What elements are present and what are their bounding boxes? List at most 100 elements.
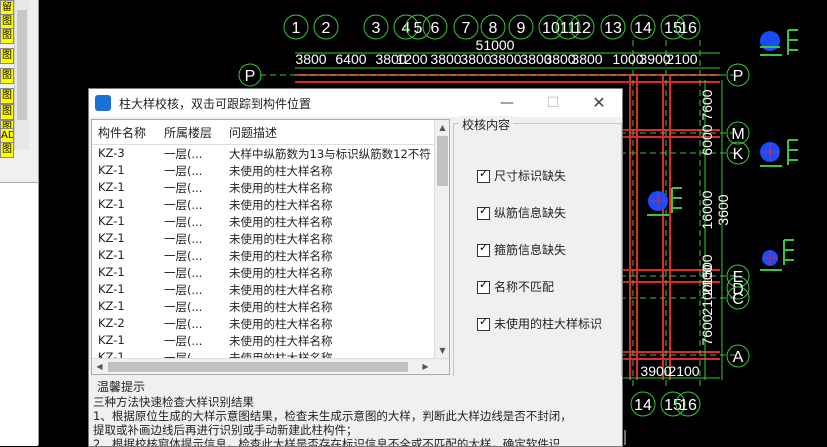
axis-bubble-top-label: 16 bbox=[679, 20, 697, 37]
column-detail-check-dialog: 柱大样校核，双击可跟踪到构件位置 — ☐ ✕ 构件名称 所属楼层 问题描述 KZ… bbox=[88, 88, 623, 447]
axis-bubble-right: A bbox=[726, 344, 750, 368]
header-component-name[interactable]: 构件名称 bbox=[98, 124, 158, 141]
check-option[interactable]: 箍筋信息缺失 bbox=[477, 241, 566, 257]
dimension-label-vertical: 7600 bbox=[699, 314, 715, 345]
table-row[interactable]: KZ-1 一层(... 未使用的柱大样名称 bbox=[92, 247, 435, 264]
cell-component-name: KZ-1 bbox=[98, 231, 125, 245]
check-option[interactable]: 名称不匹配 bbox=[477, 278, 554, 294]
table-row[interactable]: KZ-1 一层(... 未使用的柱大样名称 bbox=[92, 264, 435, 281]
axis-bubble-right-label: M bbox=[731, 126, 744, 143]
dimension-label-vertical: 7600 bbox=[699, 89, 715, 120]
vertical-scroll-thumb[interactable] bbox=[437, 136, 448, 186]
cell-floor: 一层(... bbox=[164, 147, 203, 161]
left-panel-scrollbar[interactable] bbox=[14, 0, 29, 150]
axis-bubble-top: 14 bbox=[630, 14, 656, 40]
cell-floor: 一层(... bbox=[164, 300, 203, 314]
table-row[interactable]: KZ-1 一层(... 未使用的柱大样名称 bbox=[92, 162, 435, 179]
cell-component-name: KZ-1 bbox=[98, 180, 125, 194]
tips-title: 温馨提示 bbox=[97, 380, 146, 394]
table-row[interactable]: KZ-1 一层(... 未使用的柱大样名称 bbox=[92, 213, 435, 230]
cell-problem: 未使用的柱大样名称 bbox=[229, 249, 333, 263]
tips-panel: 温馨提示 三种方法快速检查大样识别结果 1、根据原位生成的大样示意图结果，检查未生… bbox=[89, 376, 622, 446]
table-row[interactable]: KZ-1 一层(... 未使用的柱大样名称 bbox=[92, 281, 435, 298]
check-option[interactable]: 未使用的柱大样标识 bbox=[477, 315, 602, 331]
cell-floor: 一层(... bbox=[164, 232, 203, 246]
table-row[interactable]: KZ-3 一层(... 大样中纵筋数为13与标识纵筋数12不符 bbox=[92, 145, 435, 162]
table-row[interactable]: KZ-1 一层(... 未使用的柱大样名称 bbox=[92, 179, 435, 196]
dimension-label: 6400 bbox=[335, 51, 366, 67]
cell-problem: 未使用的柱大样名称 bbox=[229, 232, 333, 246]
left-panel-scroll-thumb[interactable] bbox=[17, 10, 27, 120]
layer-item[interactable]: 图 bbox=[0, 28, 14, 44]
header-problem[interactable]: 问题描述 bbox=[229, 124, 435, 141]
checkbox-checked-icon[interactable] bbox=[477, 241, 490, 257]
cell-floor: 一层(... bbox=[164, 198, 203, 212]
app-icon bbox=[95, 95, 111, 111]
layer-item[interactable]: 图 bbox=[0, 48, 14, 64]
cell-floor: 一层(... bbox=[164, 215, 203, 229]
dimension-label-bottom: 3900 bbox=[640, 363, 671, 379]
axis-bubble-bottom: 16 bbox=[675, 391, 701, 417]
check-option[interactable]: 尺寸标识缺失 bbox=[477, 167, 566, 183]
axis-bubble-right-label: A bbox=[733, 349, 744, 366]
dimension-label: 3800 bbox=[460, 51, 491, 67]
horizontal-scroll-thumb[interactable] bbox=[108, 362, 408, 372]
left-panel-lower-area bbox=[0, 182, 38, 446]
dialog-titlebar[interactable]: 柱大样校核，双击可跟踪到构件位置 — ☐ ✕ bbox=[89, 89, 622, 117]
checkbox-checked-icon[interactable] bbox=[477, 278, 490, 294]
checkbox-checked-icon[interactable] bbox=[477, 204, 490, 220]
axis-bubble-right-label: K bbox=[733, 146, 744, 163]
table-row[interactable]: KZ-1 一层(... 未使用的柱大样名称 bbox=[92, 298, 435, 315]
layer-item[interactable]: 图 bbox=[0, 68, 14, 84]
maximize-button[interactable]: ☐ bbox=[530, 89, 576, 117]
axis-bubble-top-label: 13 bbox=[604, 20, 622, 37]
cell-floor: 一层(... bbox=[164, 317, 203, 331]
list-horizontal-scrollbar[interactable]: ◀ ▶ bbox=[92, 358, 449, 374]
axis-bubble-top: 3 bbox=[363, 14, 389, 40]
axis-bubble-left-label: P bbox=[245, 68, 256, 85]
cell-floor: 一层(... bbox=[164, 181, 203, 195]
layer-item[interactable]: 图 bbox=[0, 142, 14, 158]
dimension-label: 3800 bbox=[490, 51, 521, 67]
table-row[interactable]: KZ-1 一层(... 未使用的柱大样名称 bbox=[92, 230, 435, 247]
cell-component-name: KZ-2 bbox=[98, 316, 125, 330]
axis-bubble-top: 2 bbox=[313, 14, 339, 40]
issue-list-header: 构件名称 所属楼层 问题描述 bbox=[92, 120, 435, 145]
checkbox-checked-icon[interactable] bbox=[477, 167, 490, 183]
dimension-label: 3800 bbox=[571, 51, 602, 67]
dimension-label-bottom: 2100 bbox=[668, 363, 699, 379]
left-dock-panel: 留图图图图图图图ADI图 ᵖ ✕ bbox=[0, 0, 39, 446]
checkbox-checked-icon[interactable] bbox=[477, 315, 490, 331]
issue-list[interactable]: 构件名称 所属楼层 问题描述 KZ-3 一层(... 大样中纵筋数为13与标识纵筋数… bbox=[91, 119, 450, 375]
layer-item[interactable]: 图 bbox=[0, 104, 14, 120]
scroll-left-icon[interactable]: ◀ bbox=[92, 359, 107, 374]
cell-component-name: KZ-1 bbox=[98, 282, 125, 296]
table-row[interactable]: KZ-1 一层(... 未使用的柱大样名称 bbox=[92, 332, 435, 349]
cell-component-name: KZ-3 bbox=[98, 146, 125, 160]
table-row[interactable]: KZ-2 一层(... 未使用的柱大样名称 bbox=[92, 315, 435, 332]
minimize-button[interactable]: — bbox=[484, 89, 530, 117]
scroll-down-icon[interactable]: ▼ bbox=[435, 343, 449, 358]
cell-component-name: KZ-1 bbox=[98, 163, 125, 177]
layer-item[interactable]: 图 bbox=[0, 88, 14, 104]
table-row[interactable]: KZ-1 一层(... 未使用的柱大样名称 bbox=[92, 196, 435, 213]
axis-bubble-top-label: 14 bbox=[634, 20, 652, 37]
header-floor[interactable]: 所属楼层 bbox=[164, 124, 218, 141]
dimension-label: 2100 bbox=[666, 51, 697, 67]
check-option[interactable]: 纵筋信息缺失 bbox=[477, 204, 566, 220]
scroll-up-icon[interactable]: ▲ bbox=[435, 120, 449, 135]
list-vertical-scrollbar[interactable]: ▲ ▼ bbox=[434, 120, 449, 358]
check-option-label: 纵筋信息缺失 bbox=[494, 206, 567, 220]
axis-bubble-top: 9 bbox=[508, 14, 534, 40]
axis-bubble-top-label: 3 bbox=[372, 20, 381, 37]
cell-component-name: KZ-1 bbox=[98, 333, 125, 347]
cell-problem: 未使用的柱大样名称 bbox=[229, 266, 333, 280]
close-button[interactable]: ✕ bbox=[576, 89, 622, 117]
axis-bubble-top-label: 2 bbox=[322, 20, 331, 37]
cell-problem: 未使用的柱大样名称 bbox=[229, 317, 333, 331]
check-option-label: 名称不匹配 bbox=[494, 280, 555, 294]
scroll-right-icon[interactable]: ▶ bbox=[418, 359, 433, 374]
axis-bubble-right-label: C bbox=[732, 291, 744, 308]
dimension-label-vertical: 16000 bbox=[699, 190, 715, 229]
axis-bubble-top: 12 bbox=[569, 14, 595, 40]
